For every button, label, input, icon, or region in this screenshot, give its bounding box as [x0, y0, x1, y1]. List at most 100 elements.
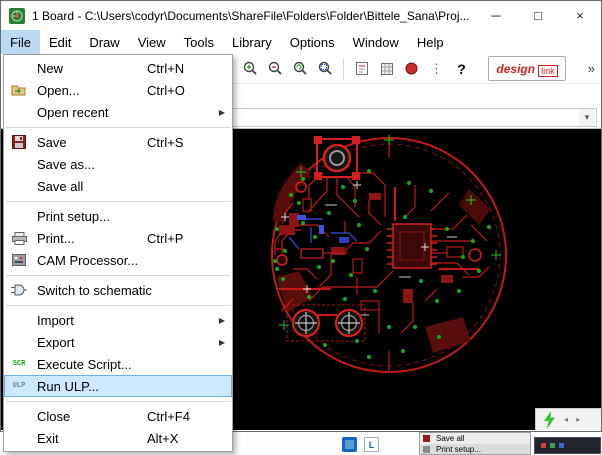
menu-item-label: Print... — [37, 231, 75, 246]
blank-icon — [8, 407, 30, 425]
menu-item-label: Open recent — [37, 105, 109, 120]
save-icon — [423, 435, 430, 442]
save-floppy-icon — [8, 133, 30, 151]
app-icon — [9, 8, 25, 24]
taskbar-app-icon[interactable] — [342, 437, 357, 452]
menu-item-cam-processor[interactable]: CAM Processor... — [4, 249, 232, 271]
menu-item-label: Import — [37, 313, 74, 328]
menu-item-label: Switch to schematic — [37, 283, 152, 298]
menu-item-close[interactable]: Close Ctrl+F4 — [4, 405, 232, 427]
more-tools-icon[interactable]: ⋮ — [424, 56, 449, 81]
menubar-item-tools[interactable]: Tools — [175, 30, 223, 54]
menu-item-switch-to-schematic[interactable]: Switch to schematic — [4, 279, 232, 301]
menubar-item-edit[interactable]: Edit — [40, 30, 80, 54]
toolbar-separator — [343, 59, 344, 79]
zoom-in-button[interactable] — [238, 56, 263, 81]
menu-item-print[interactable]: Print... Ctrl+P — [4, 227, 232, 249]
menu-separator — [4, 397, 232, 405]
info-sheet-icon[interactable] — [349, 56, 374, 81]
thumbnail-color-block — [559, 443, 564, 448]
menubar-item-draw[interactable]: Draw — [80, 30, 128, 54]
file-dropdown-menu: New Ctrl+N Open... Ctrl+O Open recent ▶ … — [3, 54, 233, 452]
printer-icon — [423, 446, 430, 453]
menu-item-shortcut: Ctrl+F4 — [147, 409, 190, 424]
menu-item-run-ulp[interactable]: ULP Run ULP... — [4, 375, 232, 397]
grid-display-icon[interactable] — [374, 56, 399, 81]
taskbar-app-icon-2[interactable]: L — [364, 437, 379, 452]
menu-item-save[interactable]: Save Ctrl+S — [4, 131, 232, 153]
preview-menu-label: Print setup... — [436, 445, 481, 454]
menubar-item-view[interactable]: View — [129, 30, 175, 54]
menu-item-label: Export — [37, 335, 75, 350]
background-window-thumbnail — [534, 437, 601, 454]
menu-item-save-all[interactable]: Save all — [4, 175, 232, 197]
menu-separator — [4, 301, 232, 309]
menu-item-label: Save all — [37, 179, 83, 194]
menu-item-execute-script[interactable]: SCR Execute Script... — [4, 353, 232, 375]
menu-item-label: CAM Processor... — [37, 253, 138, 268]
preview-menu-row: Print setup... — [420, 444, 530, 455]
menubar-item-window[interactable]: Window — [344, 30, 408, 54]
menu-item-open[interactable]: Open... Ctrl+O — [4, 79, 232, 101]
taskbar-app-icon-inner — [345, 440, 354, 449]
blank-icon — [8, 155, 30, 173]
menubar-item-options[interactable]: Options — [281, 30, 344, 54]
toolbar-overflow-icon[interactable]: » — [588, 61, 595, 76]
stop-icon[interactable] — [399, 56, 424, 81]
menu-item-label: Close — [37, 409, 70, 424]
menu-item-shortcut: Ctrl+N — [147, 61, 184, 76]
design-link-label: design — [496, 62, 535, 76]
menu-item-label: Run ULP... — [37, 379, 99, 394]
menu-item-import[interactable]: Import ▶ — [4, 309, 232, 331]
menu-item-shortcut: Alt+X — [147, 431, 178, 446]
scrollbar-arrows-icon[interactable]: ◂ ▸ — [564, 415, 583, 424]
zoom-select-button[interactable] — [313, 56, 338, 81]
thumbnail-color-block — [550, 443, 555, 448]
menu-separator — [4, 197, 232, 205]
ulp-icon: ULP — [8, 377, 30, 395]
menu-item-export[interactable]: Export ▶ — [4, 331, 232, 353]
menu-item-save-as[interactable]: Save as... — [4, 153, 232, 175]
open-folder-icon — [8, 81, 30, 99]
thumbnail-color-block — [541, 443, 546, 448]
menu-item-print-setup[interactable]: Print setup... — [4, 205, 232, 227]
close-button[interactable]: × — [559, 1, 601, 30]
chevron-down-icon[interactable]: ▾ — [579, 109, 595, 126]
zoom-redraw-button[interactable] — [288, 56, 313, 81]
blank-icon — [8, 429, 30, 447]
design-link-button[interactable]: design link — [488, 56, 566, 81]
menu-item-label: Exit — [37, 431, 59, 446]
preview-menu-row: Save all — [420, 433, 530, 444]
zoom-out-button[interactable] — [263, 56, 288, 81]
titlebar: 1 Board - C:\Users\codyr\Documents\Share… — [1, 1, 601, 30]
menubar-item-file[interactable]: File — [1, 30, 40, 54]
minimize-button[interactable]: ─ — [475, 1, 517, 30]
menu-item-new[interactable]: New Ctrl+N — [4, 57, 232, 79]
menu-item-label: Save as... — [37, 157, 95, 172]
schematic-gate-icon — [8, 281, 30, 299]
script-scr-icon: SCR — [8, 355, 30, 373]
menubar-item-library[interactable]: Library — [223, 30, 281, 54]
lightning-bolt-icon — [544, 411, 556, 429]
menu-separator — [4, 123, 232, 131]
status-corner: ◂ ▸ — [535, 408, 601, 430]
menu-item-open-recent[interactable]: Open recent ▶ — [4, 101, 232, 123]
menu-item-label: Execute Script... — [37, 357, 132, 372]
menubar: File Edit Draw View Tools Library Option… — [1, 30, 601, 54]
blank-icon — [8, 207, 30, 225]
menu-item-shortcut: Ctrl+O — [147, 83, 185, 98]
blank-icon — [8, 311, 30, 329]
menu-item-label: Save — [37, 135, 67, 150]
menu-item-exit[interactable]: Exit Alt+X — [4, 427, 232, 449]
blank-icon — [8, 333, 30, 351]
menubar-item-help[interactable]: Help — [408, 30, 453, 54]
menu-item-label: Open... — [37, 83, 80, 98]
window-title: 1 Board - C:\Users\codyr\Documents\Share… — [32, 9, 475, 23]
blank-icon — [8, 103, 30, 121]
blank-icon — [8, 59, 30, 77]
menu-separator — [4, 271, 232, 279]
menu-item-label: Print setup... — [37, 209, 110, 224]
submenu-arrow-icon: ▶ — [219, 338, 225, 347]
maximize-button[interactable]: □ — [517, 1, 559, 30]
help-button[interactable]: ? — [449, 56, 474, 81]
